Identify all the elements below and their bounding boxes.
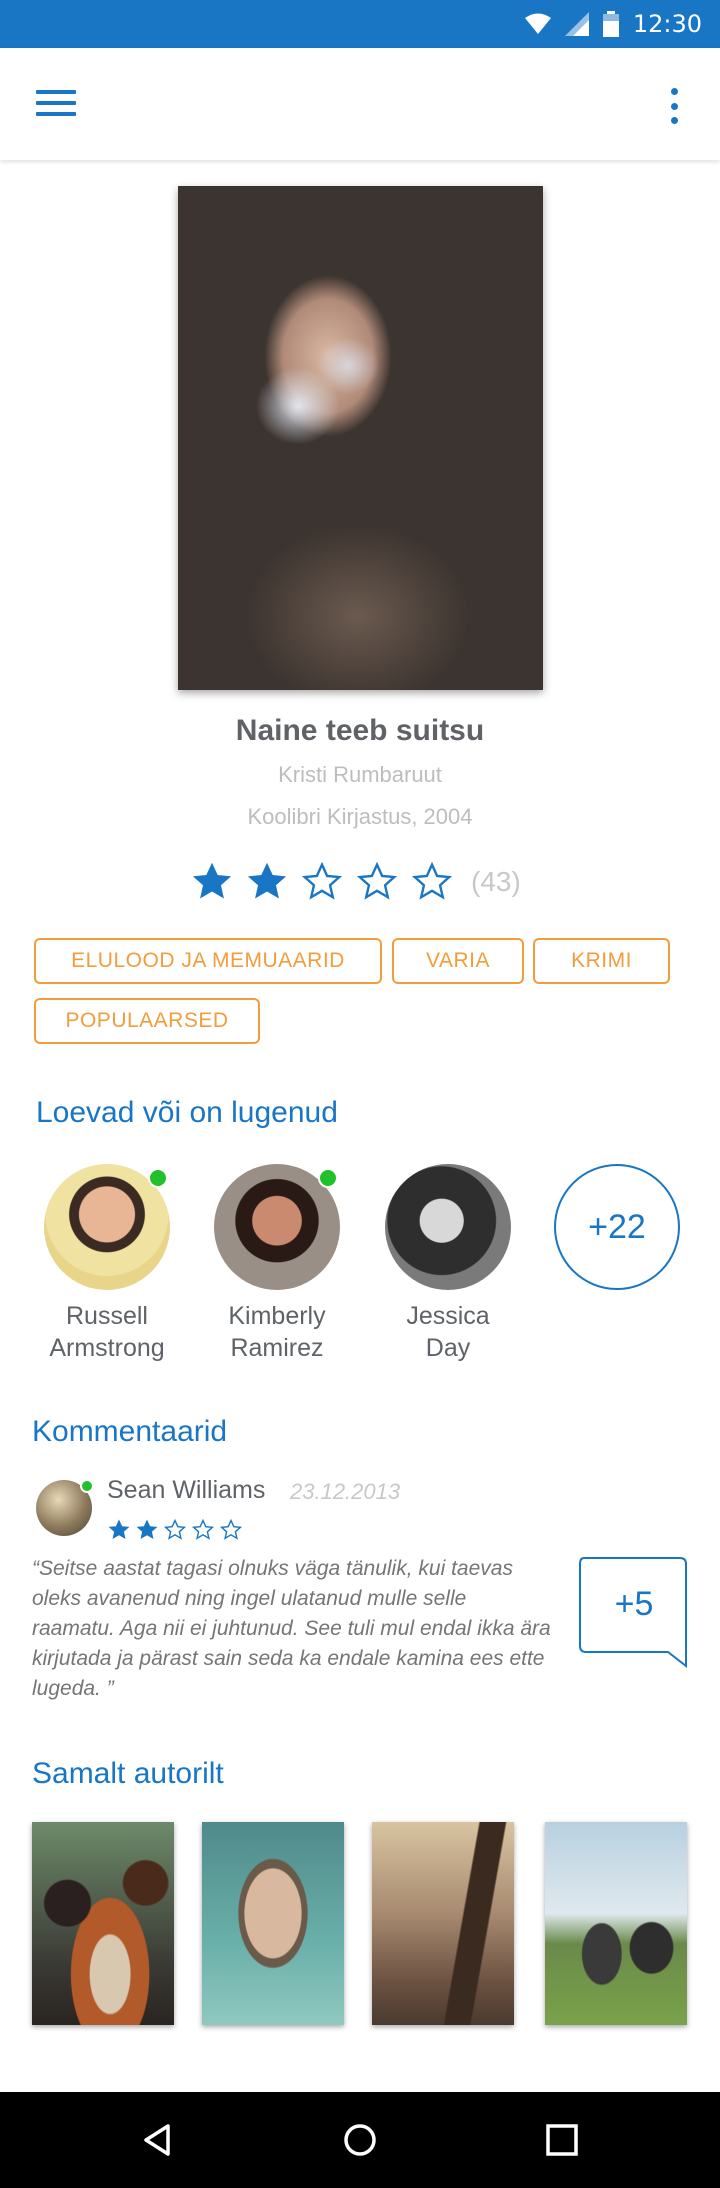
battery-icon (602, 11, 619, 37)
comment-text: “Seitse aastat tagasi olnuks väga tänuli… (32, 1557, 551, 1700)
tag-chip[interactable]: POPULAARSED (34, 998, 260, 1044)
comment-author[interactable]: Sean Williams (107, 1476, 265, 1505)
star-filled-icon (136, 1519, 158, 1539)
star-filled-icon[interactable] (190, 860, 234, 904)
star-outline-icon[interactable] (355, 860, 399, 904)
star-outline-icon (163, 1518, 187, 1540)
star-filled-icon[interactable] (245, 860, 289, 904)
comment-date: 23.12.2013 (290, 1479, 401, 1504)
more-comments-button[interactable]: +5 (578, 1556, 690, 1652)
more-readers-button[interactable]: +22 (554, 1164, 680, 1290)
book-thumbnail[interactable] (202, 1822, 344, 2025)
book-title: Naine teeb suitsu (235, 714, 485, 747)
book-thumbnail[interactable] (372, 1822, 514, 2025)
rating-count: (43) (471, 866, 521, 897)
signal-icon (564, 12, 589, 36)
status-time: 12:30 (632, 10, 702, 38)
recents-icon[interactable] (534, 2112, 590, 2168)
book-cover-image[interactable] (178, 186, 543, 690)
navigation-bar (0, 2092, 720, 2188)
reader-last-name: Ramirez (230, 1334, 324, 1362)
same-author-section-title: Samalt autorilt (32, 1757, 224, 1790)
star-outline-icon[interactable] (300, 860, 344, 904)
avatar[interactable] (44, 1164, 170, 1290)
wifi-icon (524, 13, 551, 34)
home-icon[interactable] (332, 2112, 388, 2168)
star-outline-icon (219, 1518, 243, 1540)
menu-icon[interactable] (36, 90, 76, 120)
star-outline-icon[interactable] (410, 860, 454, 904)
status-icons: 12:30 (524, 0, 702, 48)
reader-first-name: Jessica (406, 1302, 490, 1330)
reader-item[interactable]: Kimberly Ramirez (192, 1164, 362, 1364)
star-outline-icon (191, 1518, 215, 1540)
back-icon[interactable] (130, 2112, 186, 2168)
comment-rating (107, 1518, 247, 1542)
reader-item[interactable]: Jessica Day (363, 1164, 533, 1364)
avatar[interactable] (214, 1164, 340, 1290)
online-status-dot (148, 1168, 168, 1188)
book-author[interactable]: Kristi Rumbaruut (0, 762, 720, 788)
reader-last-name: Armstrong (49, 1334, 165, 1362)
app-bar (0, 48, 720, 160)
book-rating[interactable]: (43) (190, 860, 521, 904)
readers-section-title: Loevad või on lugenud (36, 1096, 338, 1129)
avatar[interactable] (385, 1164, 511, 1290)
book-publisher: Koolibri Kirjastus, 2004 (247, 804, 473, 829)
online-status-dot (80, 1479, 94, 1493)
reader-first-name: Kimberly (228, 1302, 326, 1330)
comments-section-title: Kommentaarid (32, 1415, 228, 1448)
online-status-dot (318, 1168, 338, 1188)
book-thumbnail[interactable] (32, 1822, 174, 2025)
book-thumbnail[interactable] (545, 1822, 687, 2025)
star-filled-icon (108, 1519, 130, 1539)
reader-last-name: Day (425, 1334, 471, 1362)
reader-item[interactable]: Russell Armstrong (22, 1164, 192, 1364)
tag-chip[interactable]: VARIA (392, 938, 524, 984)
more-vert-icon[interactable] (664, 86, 684, 126)
status-bar: 12:30 (0, 0, 720, 48)
tag-chip[interactable]: KRIMI (533, 938, 670, 984)
tag-chip[interactable]: ELULOOD JA MEMUAARID (34, 938, 382, 984)
reader-first-name: Russell (66, 1302, 148, 1330)
